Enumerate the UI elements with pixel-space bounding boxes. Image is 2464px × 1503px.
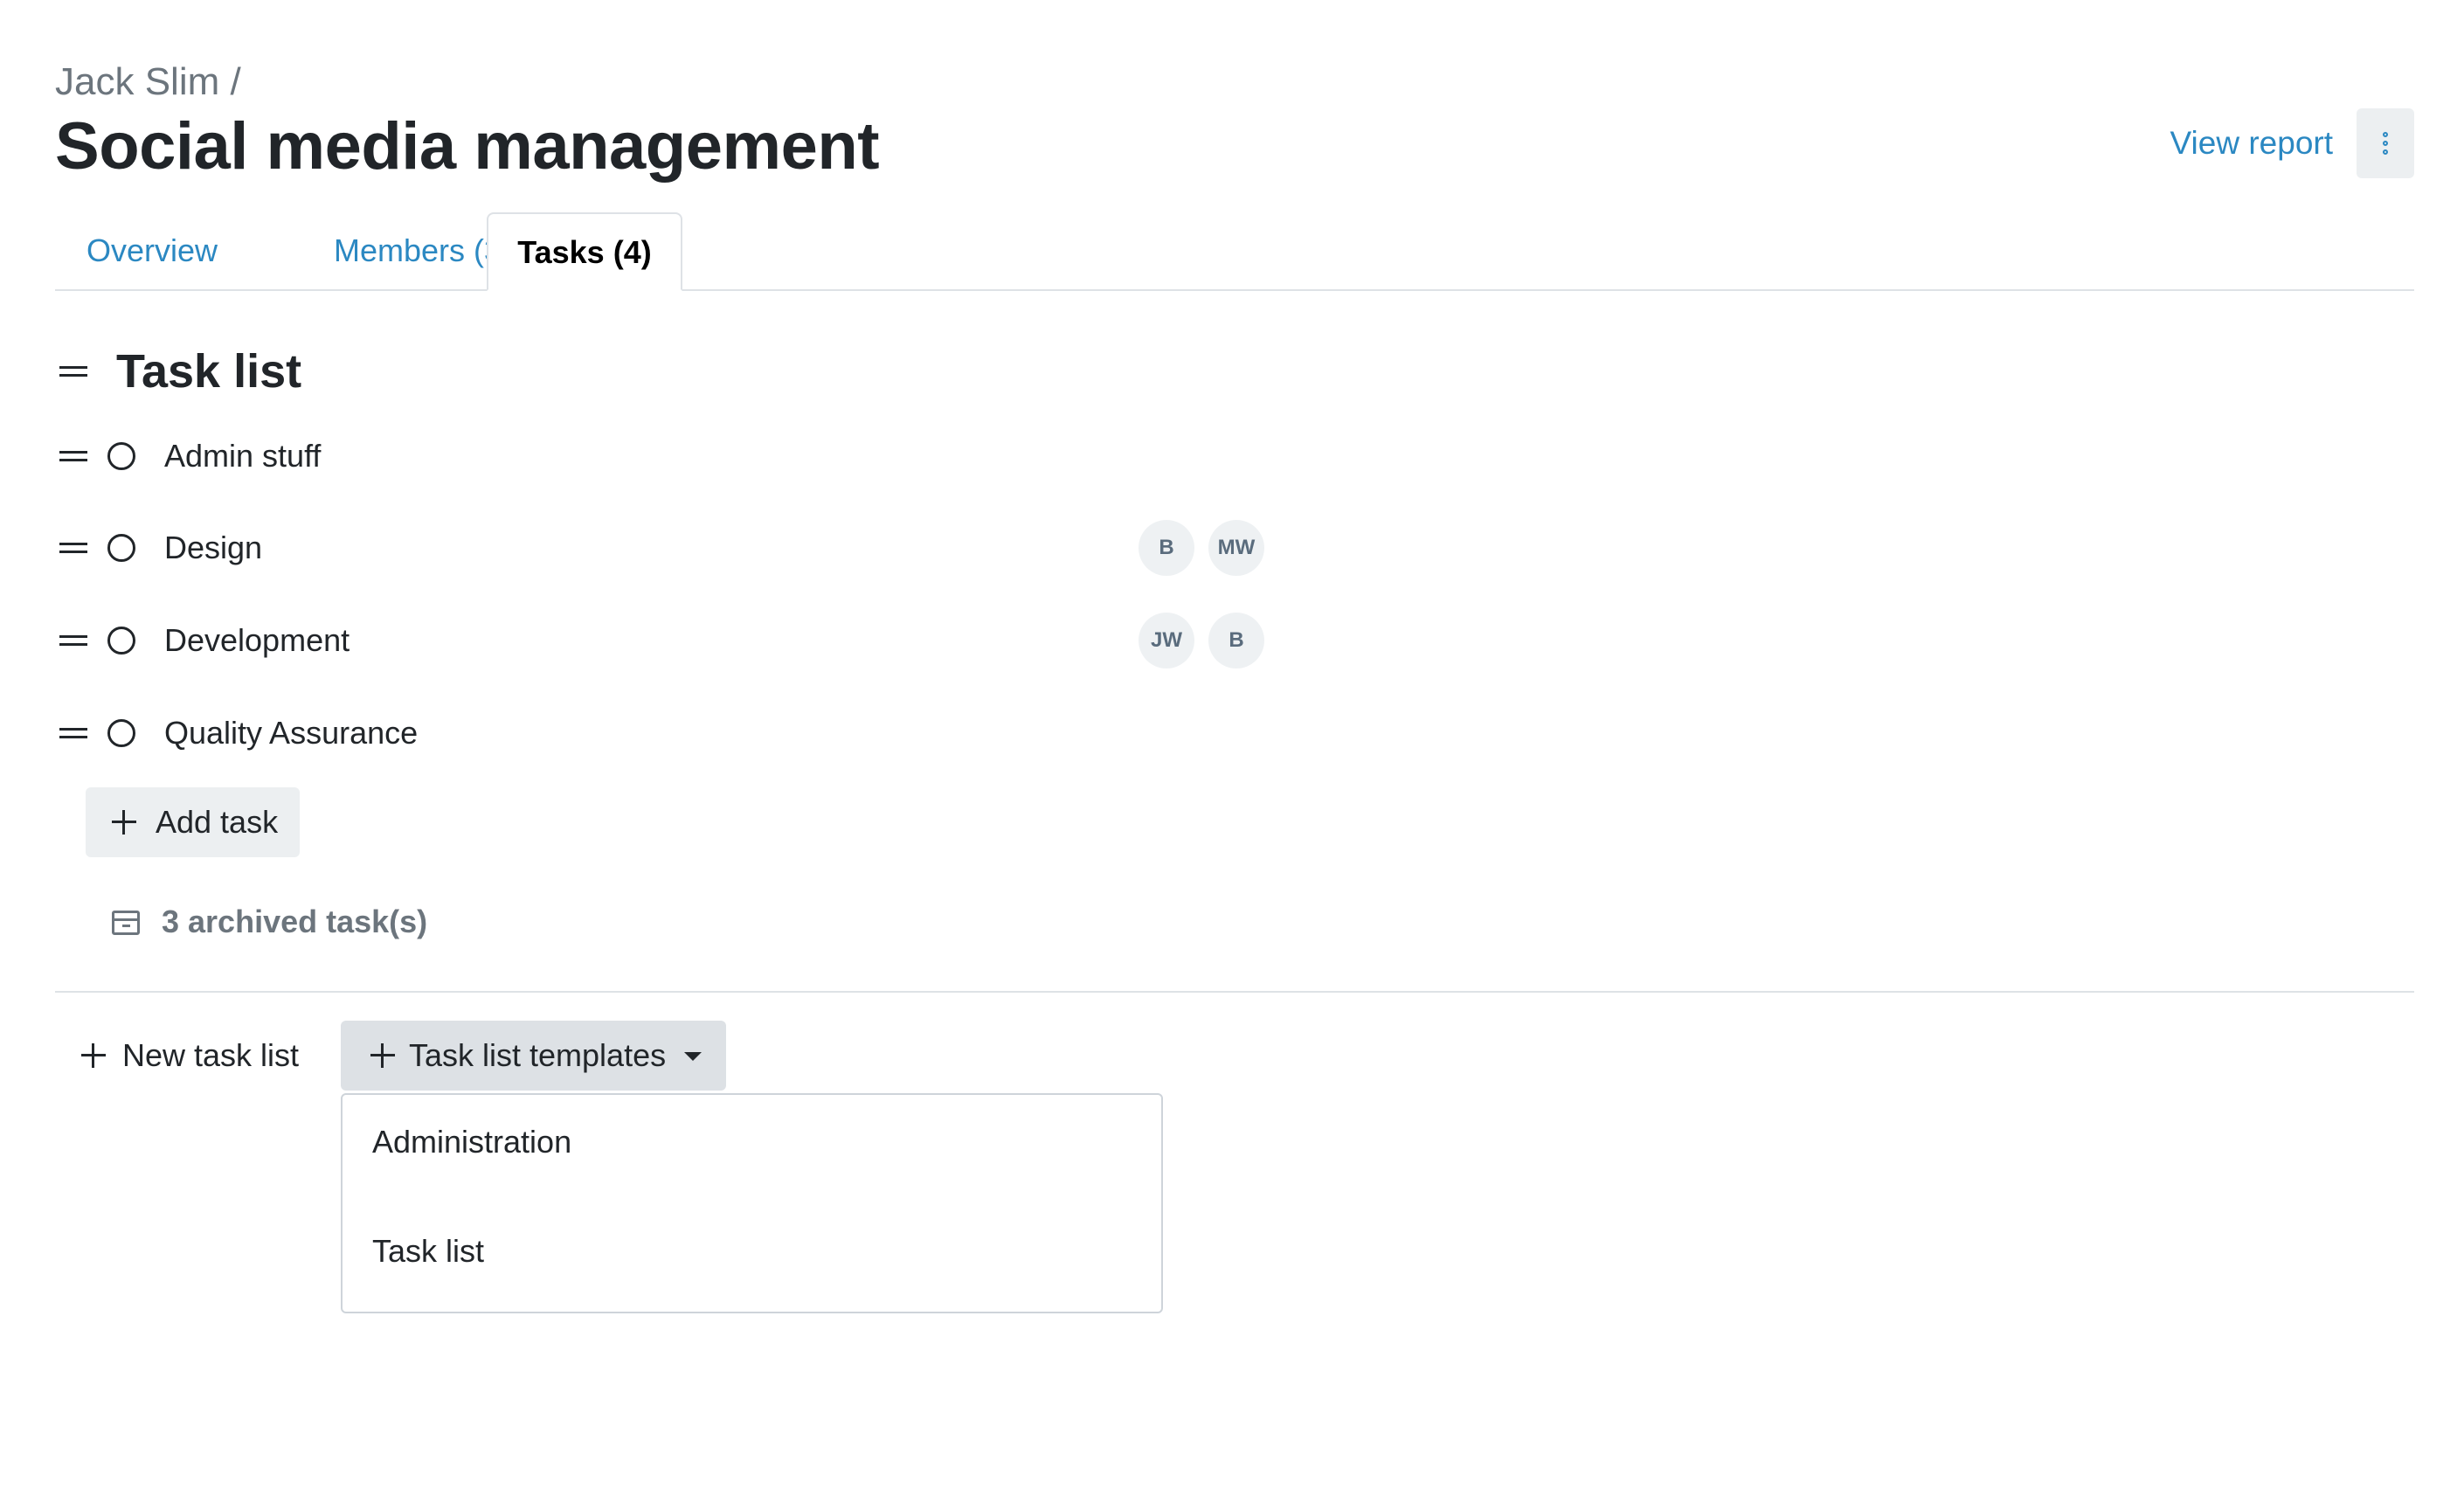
plus-icon <box>81 1043 106 1068</box>
divider <box>55 991 2414 993</box>
tab-tasks[interactable]: Tasks (4) <box>487 212 682 291</box>
task-list-templates-button[interactable]: Task list templates <box>341 1021 726 1091</box>
drag-handle-icon[interactable] <box>59 451 87 461</box>
task-label[interactable]: Admin stuff <box>164 430 321 482</box>
tab-bar: Overview Members (3) Tasks (4) <box>55 212 2414 291</box>
task-list-title[interactable]: Task list <box>116 341 301 402</box>
drag-handle-icon[interactable] <box>59 543 87 553</box>
avatar[interactable]: B <box>1139 520 1194 576</box>
tab-overview[interactable]: Overview <box>55 212 249 289</box>
templates-label: Task list templates <box>409 1037 667 1073</box>
caret-down-icon <box>684 1052 702 1061</box>
task-checkbox[interactable] <box>107 719 135 747</box>
avatar[interactable]: JW <box>1139 613 1194 668</box>
breadcrumb[interactable]: Jack Slim / <box>55 56 241 108</box>
drag-handle-icon[interactable] <box>59 635 87 646</box>
plus-icon <box>112 810 136 835</box>
menu-item-administration[interactable]: Administration <box>372 1116 571 1168</box>
menu-item-task-list[interactable]: Task list <box>372 1225 484 1278</box>
avatar[interactable]: MW <box>1208 520 1264 576</box>
drag-handle-icon[interactable] <box>59 728 87 738</box>
task-label[interactable]: Development <box>164 614 350 667</box>
task-checkbox[interactable] <box>107 534 135 562</box>
add-task-label: Add task <box>156 804 279 840</box>
templates-dropdown-menu: Administration Task list <box>341 1093 1163 1313</box>
new-task-list-button[interactable]: New task list <box>81 1021 299 1091</box>
avatar[interactable]: B <box>1208 613 1264 668</box>
page-title: Social media management <box>55 109 880 184</box>
task-row[interactable]: Development JW B <box>55 613 1366 668</box>
kebab-vertical-icon <box>2383 132 2388 137</box>
task-row[interactable]: Quality Assurance <box>55 707 1366 759</box>
task-label[interactable]: Quality Assurance <box>164 707 418 759</box>
view-report-link[interactable]: View report <box>2170 121 2333 166</box>
archive-icon <box>112 911 140 935</box>
new-task-list-label: New task list <box>122 1037 300 1073</box>
archived-tasks-link[interactable]: 3 archived task(s) <box>112 891 427 952</box>
task-row[interactable]: Admin stuff <box>55 430 1366 482</box>
drag-handle-icon[interactable] <box>59 366 87 377</box>
task-checkbox[interactable] <box>107 442 135 470</box>
plus-icon <box>370 1043 395 1068</box>
archived-label: 3 archived task(s) <box>162 904 428 939</box>
task-row[interactable]: Design B MW <box>55 520 1366 576</box>
more-actions-button[interactable] <box>2357 108 2414 178</box>
add-task-button[interactable]: Add task <box>86 787 300 857</box>
task-label[interactable]: Design <box>164 522 262 574</box>
task-checkbox[interactable] <box>107 627 135 655</box>
